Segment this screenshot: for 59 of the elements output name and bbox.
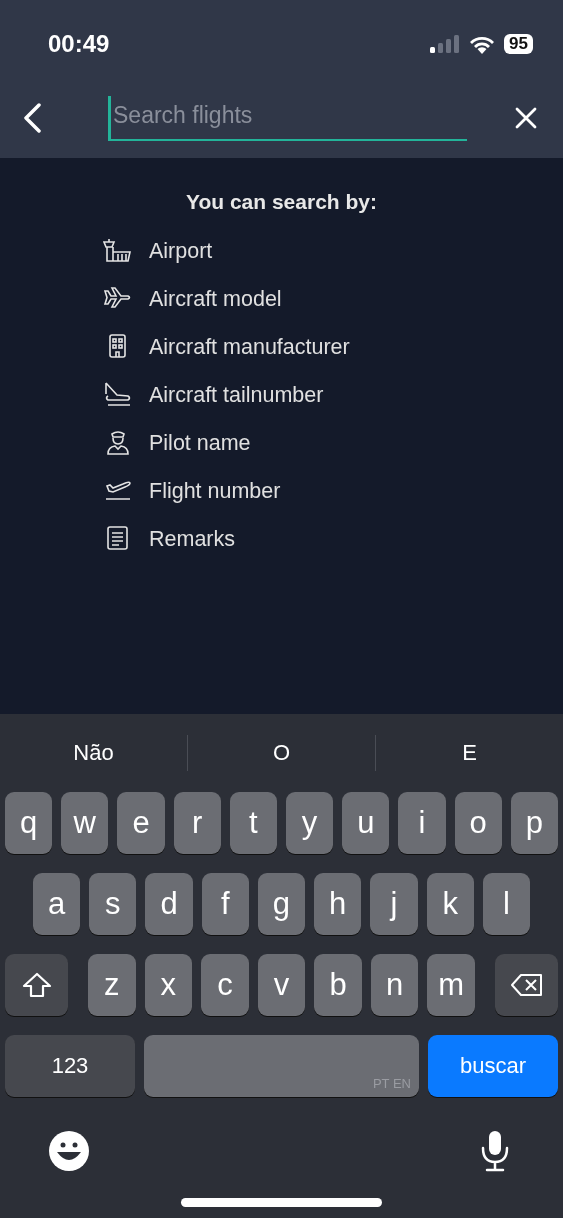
key[interactable]: d xyxy=(145,873,193,935)
departing-airplane-icon xyxy=(105,481,131,500)
key[interactable]: r xyxy=(173,792,221,854)
search-option: Aircraft manufacturer xyxy=(149,334,350,360)
suggestion[interactable]: Não xyxy=(0,740,187,766)
document-icon xyxy=(107,526,128,550)
control-tower-icon xyxy=(103,238,131,262)
suggestion[interactable]: E xyxy=(376,740,563,766)
airplane-icon xyxy=(104,287,131,308)
key[interactable]: c xyxy=(201,954,249,1016)
key[interactable]: f xyxy=(201,873,249,935)
numbers-key[interactable]: 123 xyxy=(5,1035,135,1097)
suggestion[interactable]: O xyxy=(188,740,375,766)
key[interactable]: l xyxy=(482,873,530,935)
key[interactable]: v xyxy=(257,954,306,1016)
key[interactable]: h xyxy=(314,873,362,935)
search-option: Pilot name xyxy=(149,430,251,456)
key[interactable]: b xyxy=(314,954,362,1016)
building-icon xyxy=(109,334,126,358)
backspace-icon xyxy=(509,973,544,997)
search-option: Airport xyxy=(149,238,213,264)
delete-key[interactable] xyxy=(495,954,558,1016)
key[interactable]: p xyxy=(510,792,559,854)
key[interactable]: j xyxy=(370,873,418,935)
search-option: Remarks xyxy=(149,526,235,552)
key[interactable]: g xyxy=(257,873,306,935)
search-option: Flight number xyxy=(149,478,281,504)
back-icon[interactable] xyxy=(22,103,42,133)
key[interactable]: i xyxy=(398,792,446,854)
battery-indicator: 95 xyxy=(504,34,533,54)
search-option: Aircraft model xyxy=(149,286,282,312)
status-time: 00:49 xyxy=(48,30,110,58)
microphone-icon[interactable] xyxy=(480,1130,510,1172)
shift-icon xyxy=(21,972,52,998)
search-key[interactable]: buscar xyxy=(428,1035,558,1097)
pilot-icon xyxy=(107,431,129,455)
key[interactable]: x xyxy=(144,954,193,1016)
key[interactable]: t xyxy=(229,792,277,854)
key[interactable]: n xyxy=(370,954,419,1016)
emoji-icon[interactable] xyxy=(48,1130,90,1172)
key[interactable]: w xyxy=(61,792,109,854)
close-icon[interactable] xyxy=(515,107,537,129)
key[interactable]: s xyxy=(89,873,137,935)
wifi-icon xyxy=(469,34,496,54)
shift-key[interactable] xyxy=(5,954,68,1016)
key[interactable]: u xyxy=(342,792,390,854)
key[interactable]: m xyxy=(427,954,476,1016)
key[interactable]: o xyxy=(454,792,502,854)
key[interactable]: z xyxy=(88,954,136,1016)
search-field[interactable]: Search flights xyxy=(108,95,467,141)
key[interactable]: k xyxy=(426,873,474,935)
key[interactable]: a xyxy=(33,873,81,935)
airplane-tail-icon xyxy=(105,382,131,406)
key[interactable]: y xyxy=(286,792,334,854)
key[interactable]: q xyxy=(5,792,53,854)
key[interactable]: e xyxy=(117,792,165,854)
section-heading: You can search by: xyxy=(186,190,377,214)
search-option: Aircraft tailnumber xyxy=(149,382,324,408)
signal-icon xyxy=(430,35,461,53)
